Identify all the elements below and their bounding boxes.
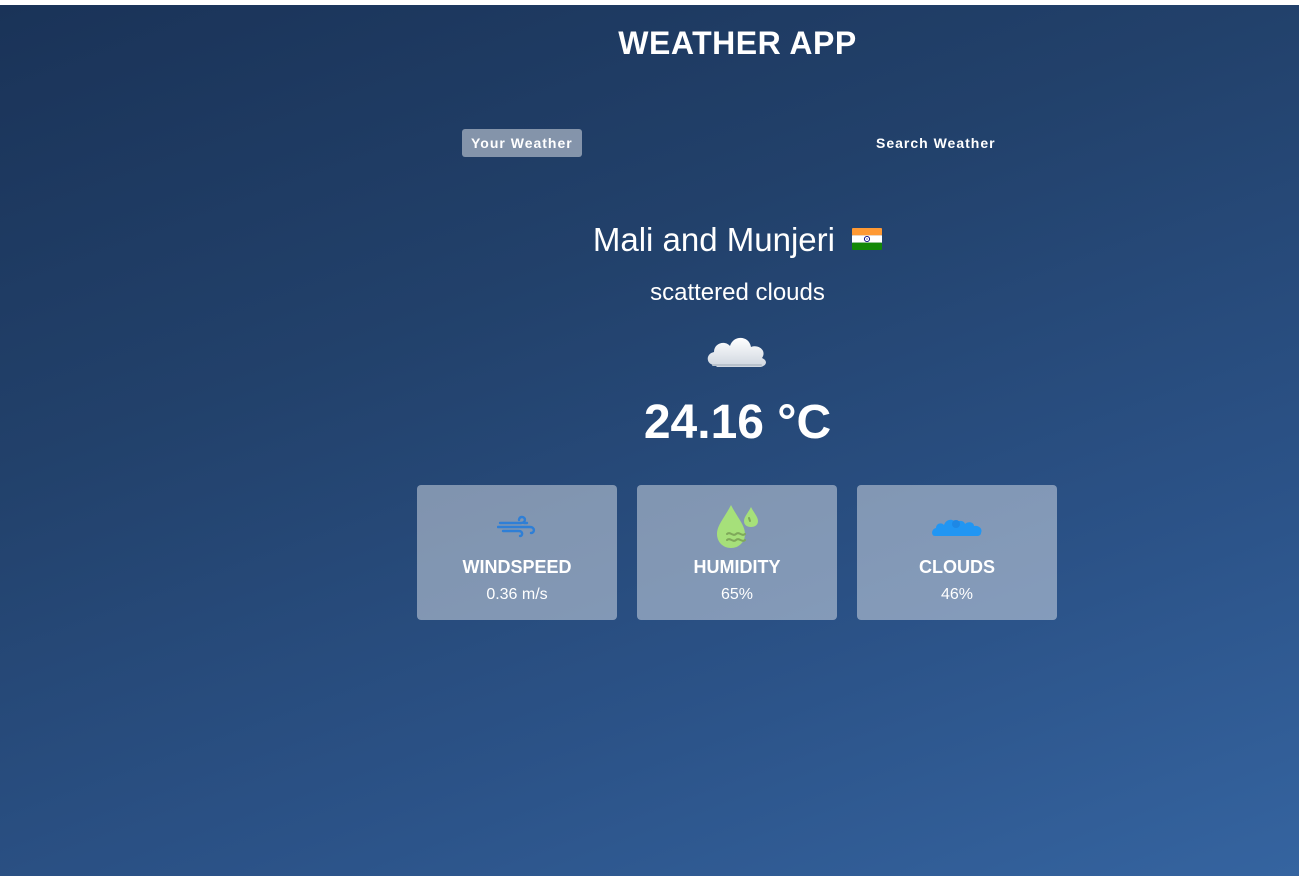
windspeed-card: WINDSPEED 0.36 m/s xyxy=(417,485,617,620)
humidity-value: 65% xyxy=(720,586,754,603)
clouds-icon xyxy=(857,503,1057,549)
weather-description: scattered clouds xyxy=(650,279,825,306)
clouds-label: CLOUDS xyxy=(919,557,995,577)
windspeed-label: WINDSPEED xyxy=(462,557,572,577)
app-background: WEATHER APP Your Weather Search Weather … xyxy=(0,5,1299,876)
india-flag-icon xyxy=(852,220,883,258)
city-name: Mali and Munjeri xyxy=(592,221,835,258)
tab-search-weather[interactable]: Search Weather xyxy=(867,129,1005,157)
temperature-value: 24.16 °C xyxy=(643,396,832,449)
humidity-card: HUMIDITY 65% xyxy=(637,485,837,620)
app-title: WEATHER APP xyxy=(618,25,857,61)
windspeed-value: 0.36 m/s xyxy=(486,586,548,603)
clouds-value: 46% xyxy=(940,586,974,603)
humidity-icon xyxy=(637,503,837,549)
wind-icon xyxy=(417,503,617,549)
tab-your-weather[interactable]: Your Weather xyxy=(462,129,582,157)
humidity-label: HUMIDITY xyxy=(693,557,781,577)
clouds-card: CLOUDS 46% xyxy=(857,485,1057,620)
cloud-icon xyxy=(703,327,771,371)
city-heading: Mali and Munjeri xyxy=(0,221,1299,259)
